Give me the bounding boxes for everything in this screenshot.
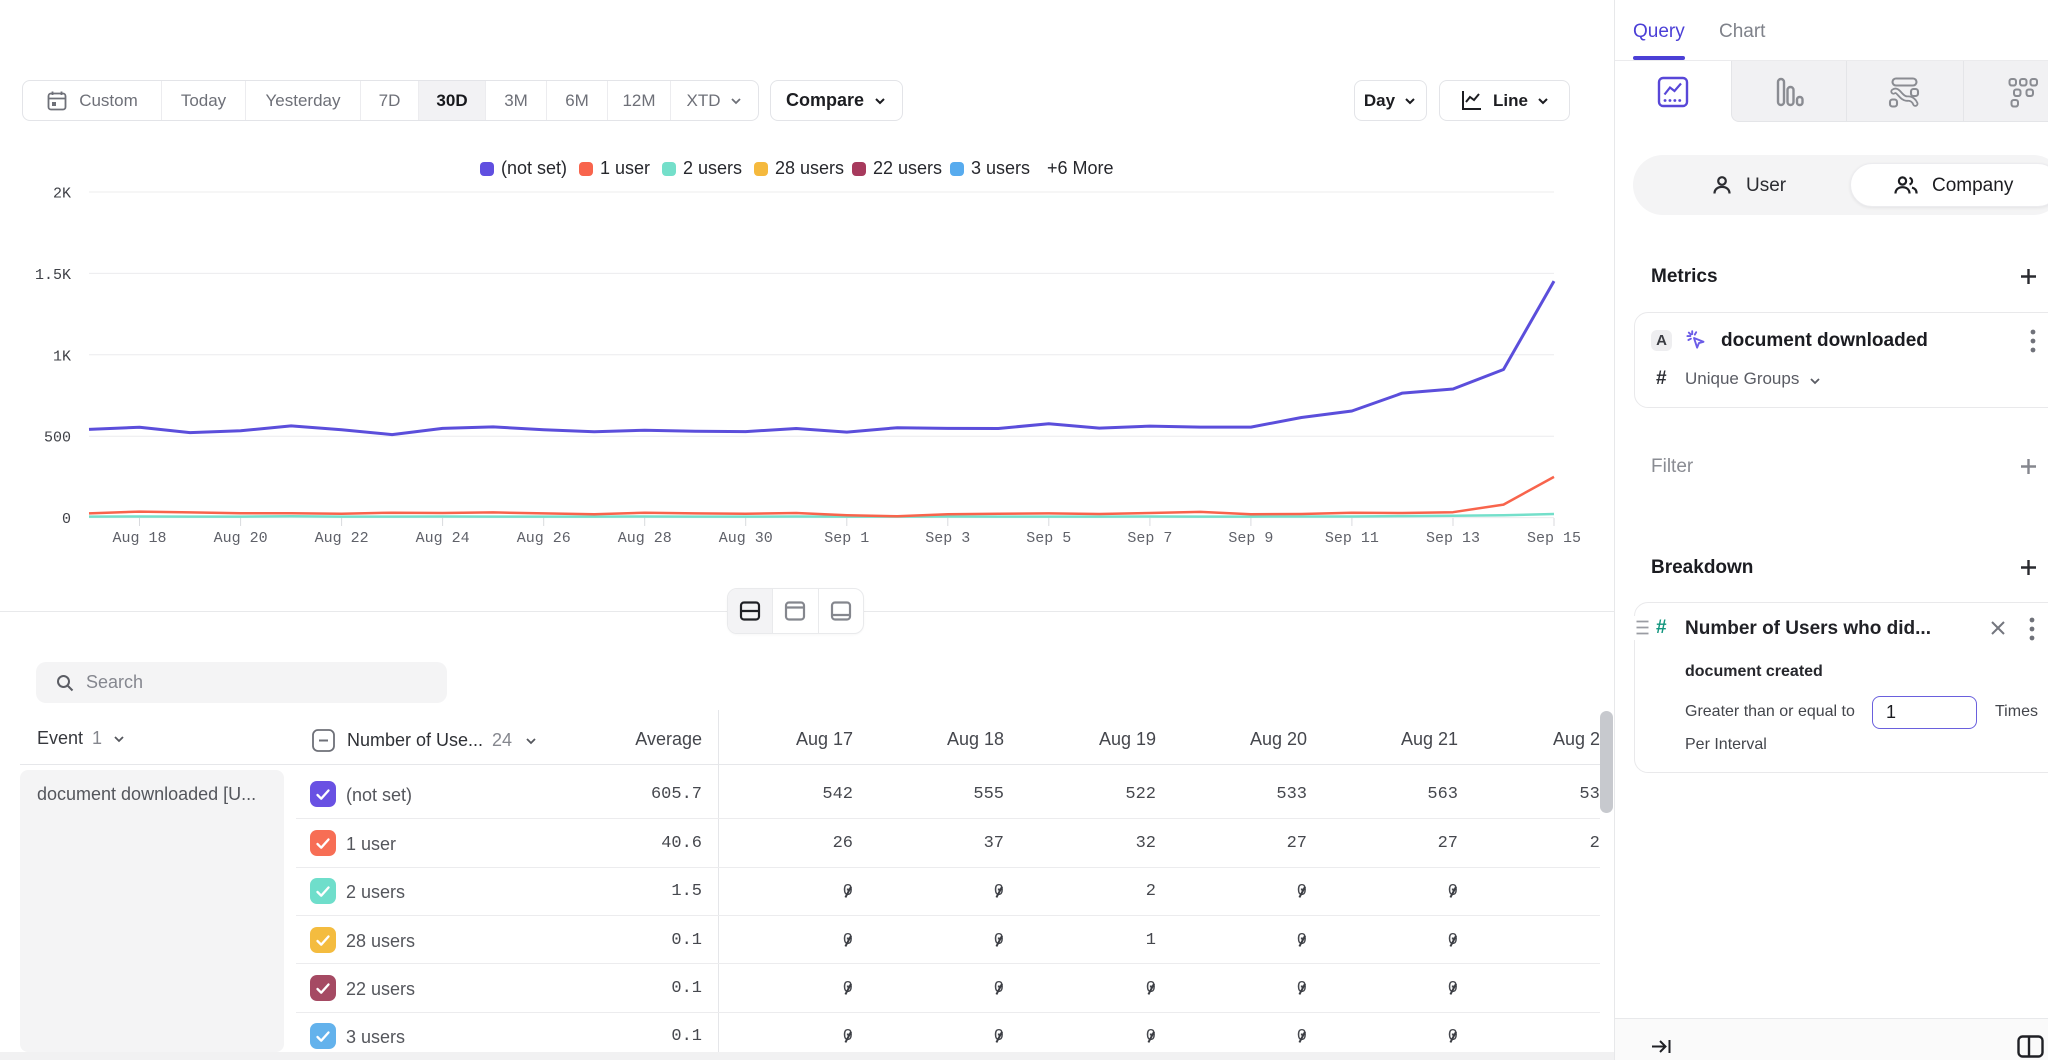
svg-text:Aug 24: Aug 24: [416, 530, 470, 547]
svg-text:Sep 5: Sep 5: [1026, 530, 1071, 547]
svg-text:Aug 22: Aug 22: [315, 530, 369, 547]
svg-text:Sep 7: Sep 7: [1127, 530, 1172, 547]
svg-text:Aug 26: Aug 26: [517, 530, 571, 547]
svg-text:2K: 2K: [53, 186, 71, 203]
svg-text:Sep 15: Sep 15: [1527, 530, 1581, 547]
svg-text:Sep 3: Sep 3: [925, 530, 970, 547]
svg-text:Aug 28: Aug 28: [618, 530, 672, 547]
svg-text:1K: 1K: [53, 348, 71, 365]
svg-text:Sep 13: Sep 13: [1426, 530, 1480, 547]
svg-text:Aug 20: Aug 20: [214, 530, 268, 547]
svg-text:Aug 18: Aug 18: [112, 530, 166, 547]
svg-text:Sep 1: Sep 1: [824, 530, 869, 547]
svg-text:1.5K: 1.5K: [35, 267, 71, 284]
svg-text:Aug 30: Aug 30: [719, 530, 773, 547]
svg-text:0: 0: [62, 511, 71, 528]
svg-text:500: 500: [44, 430, 71, 447]
svg-text:Sep 9: Sep 9: [1228, 530, 1273, 547]
svg-text:Sep 11: Sep 11: [1325, 530, 1379, 547]
